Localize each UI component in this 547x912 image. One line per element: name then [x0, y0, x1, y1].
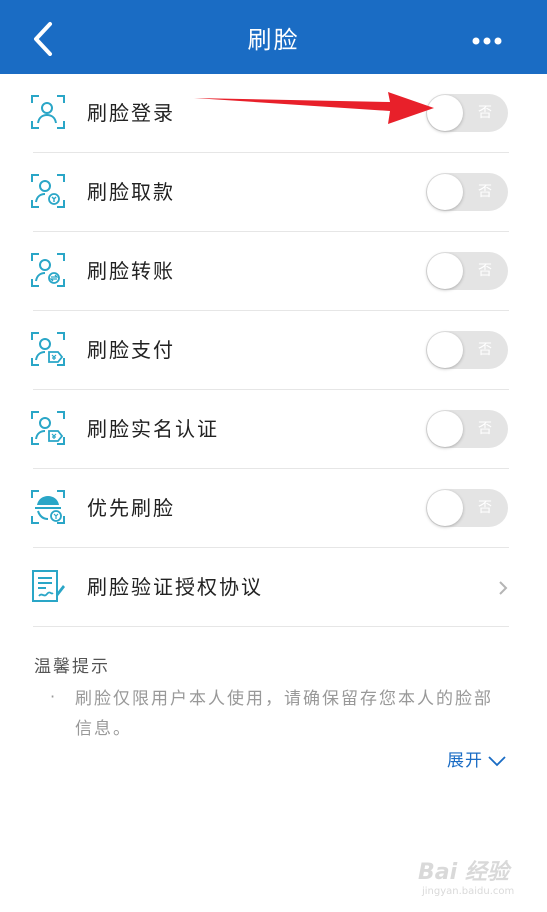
toggle-knob [427, 411, 463, 447]
watermark: Bai 经验 jingyan.baidu.com [418, 850, 528, 905]
face-transfer-icon [31, 253, 65, 287]
toggle-state: 否 [478, 105, 492, 121]
toggle-state: 否 [478, 421, 492, 437]
tips-bullet: · [50, 687, 56, 706]
toggle-knob [427, 174, 463, 210]
agreement-label: 刷脸验证授权协议 [87, 575, 263, 599]
toggle-state: 否 [478, 500, 492, 516]
face-login-toggle[interactable]: 否 [426, 94, 508, 132]
chevron-right-icon [499, 581, 508, 595]
face-withdraw-icon [31, 174, 65, 208]
face-withdraw-toggle[interactable]: 否 [426, 173, 508, 211]
face-priority-icon [31, 490, 65, 524]
more-button[interactable] [466, 30, 510, 52]
toggle-state: 否 [478, 184, 492, 200]
chevron-down-icon [488, 756, 506, 767]
setting-row-face-login[interactable]: 刷脸登录 否 [0, 74, 547, 153]
toggle-knob [427, 332, 463, 368]
face-transfer-toggle[interactable]: 否 [426, 252, 508, 290]
tips-title: 温馨提示 [34, 657, 110, 677]
setting-label: 刷脸转账 [87, 259, 175, 283]
agreement-row[interactable]: 刷脸验证授权协议 [0, 548, 547, 627]
setting-row-face-realname[interactable]: 刷脸实名认证 否 [0, 390, 547, 469]
face-login-icon [31, 95, 65, 129]
setting-label: 优先刷脸 [87, 496, 175, 520]
setting-label: 刷脸登录 [87, 101, 175, 125]
face-realname-icon [31, 411, 65, 445]
setting-row-face-transfer[interactable]: 刷脸转账 否 [0, 232, 547, 311]
more-dots-icon [472, 37, 502, 45]
toggle-state: 否 [478, 342, 492, 358]
toggle-knob [427, 95, 463, 131]
divider [33, 626, 509, 627]
setting-row-face-priority[interactable]: 优先刷脸 否 [0, 469, 547, 548]
tips-text: 刷脸仅限用户本人使用，请确保留存您本人的脸部信息。 [75, 689, 493, 739]
expand-label: 展开 [447, 751, 483, 771]
setting-label: 刷脸支付 [87, 338, 175, 362]
setting-row-face-pay[interactable]: 刷脸支付 否 [0, 311, 547, 390]
page-title: 刷脸 [247, 26, 300, 54]
top-bar: 刷脸 [0, 0, 547, 74]
setting-label: 刷脸实名认证 [87, 417, 219, 441]
setting-row-face-withdraw[interactable]: 刷脸取款 否 [0, 153, 547, 232]
face-realname-toggle[interactable]: 否 [426, 410, 508, 448]
face-pay-icon [31, 332, 65, 366]
toggle-knob [427, 490, 463, 526]
watermark-logo: Bai 经验 [418, 860, 509, 885]
setting-label: 刷脸取款 [87, 180, 175, 204]
toggle-knob [427, 253, 463, 289]
face-priority-toggle[interactable]: 否 [426, 489, 508, 527]
watermark-url: jingyan.baidu.com [422, 886, 515, 897]
toggle-state: 否 [478, 263, 492, 279]
document-sign-icon [32, 570, 65, 602]
expand-button[interactable]: 展开 [447, 748, 507, 774]
face-pay-toggle[interactable]: 否 [426, 331, 508, 369]
